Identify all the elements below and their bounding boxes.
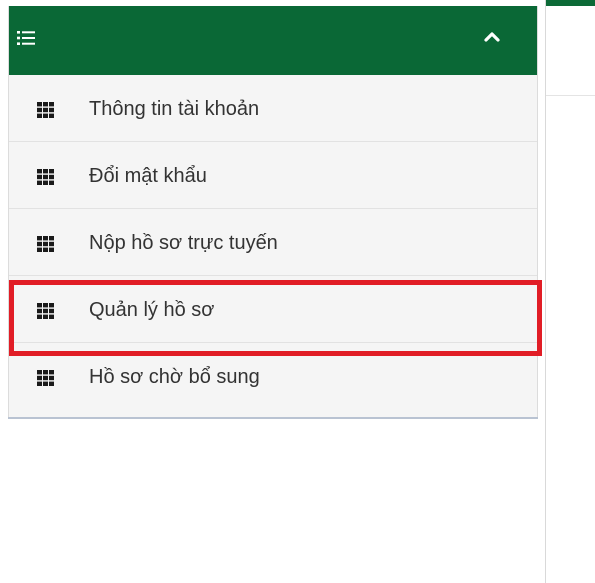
sidebar-header bbox=[9, 6, 537, 75]
sidebar-item-label: Đổi mật khẩu bbox=[89, 165, 207, 187]
content-top-bar bbox=[546, 0, 595, 6]
content-border bbox=[545, 0, 546, 583]
list-icon[interactable] bbox=[16, 28, 36, 48]
chevron-up-icon[interactable] bbox=[483, 30, 501, 44]
sidebar-item-change-password[interactable]: Đổi mật khẩu bbox=[9, 142, 537, 209]
sidebar-item-submit-online[interactable]: Nộp hồ sơ trực tuyến bbox=[9, 209, 537, 276]
sidebar-item-label: Thông tin tài khoản bbox=[89, 98, 260, 120]
sidebar-item-pending-supplement[interactable]: Hồ sơ chờ bổ sung bbox=[9, 343, 537, 410]
content-divider bbox=[546, 95, 595, 96]
sidebar-item-account-info[interactable]: Thông tin tài khoản bbox=[9, 75, 537, 142]
grid-icon bbox=[37, 102, 54, 118]
sidebar-item-label: Hồ sơ chờ bổ sung bbox=[89, 366, 260, 388]
sidebar-menu: Thông tin tài khoản Đổi mật khẩu Nộp hồ … bbox=[9, 75, 537, 410]
sidebar-panel: Thông tin tài khoản Đổi mật khẩu Nộp hồ … bbox=[8, 6, 538, 418]
grid-icon bbox=[37, 236, 54, 252]
grid-icon bbox=[37, 303, 54, 319]
sidebar-bottom-border bbox=[8, 417, 538, 419]
grid-icon bbox=[37, 370, 54, 386]
page: Thông tin tài khoản Đổi mật khẩu Nộp hồ … bbox=[0, 0, 595, 583]
sidebar-item-label: Quản lý hồ sơ bbox=[89, 299, 215, 321]
sidebar-item-label: Nộp hồ sơ trực tuyến bbox=[89, 232, 278, 254]
grid-icon bbox=[37, 169, 54, 185]
sidebar-item-manage-records[interactable]: Quản lý hồ sơ bbox=[9, 276, 537, 343]
